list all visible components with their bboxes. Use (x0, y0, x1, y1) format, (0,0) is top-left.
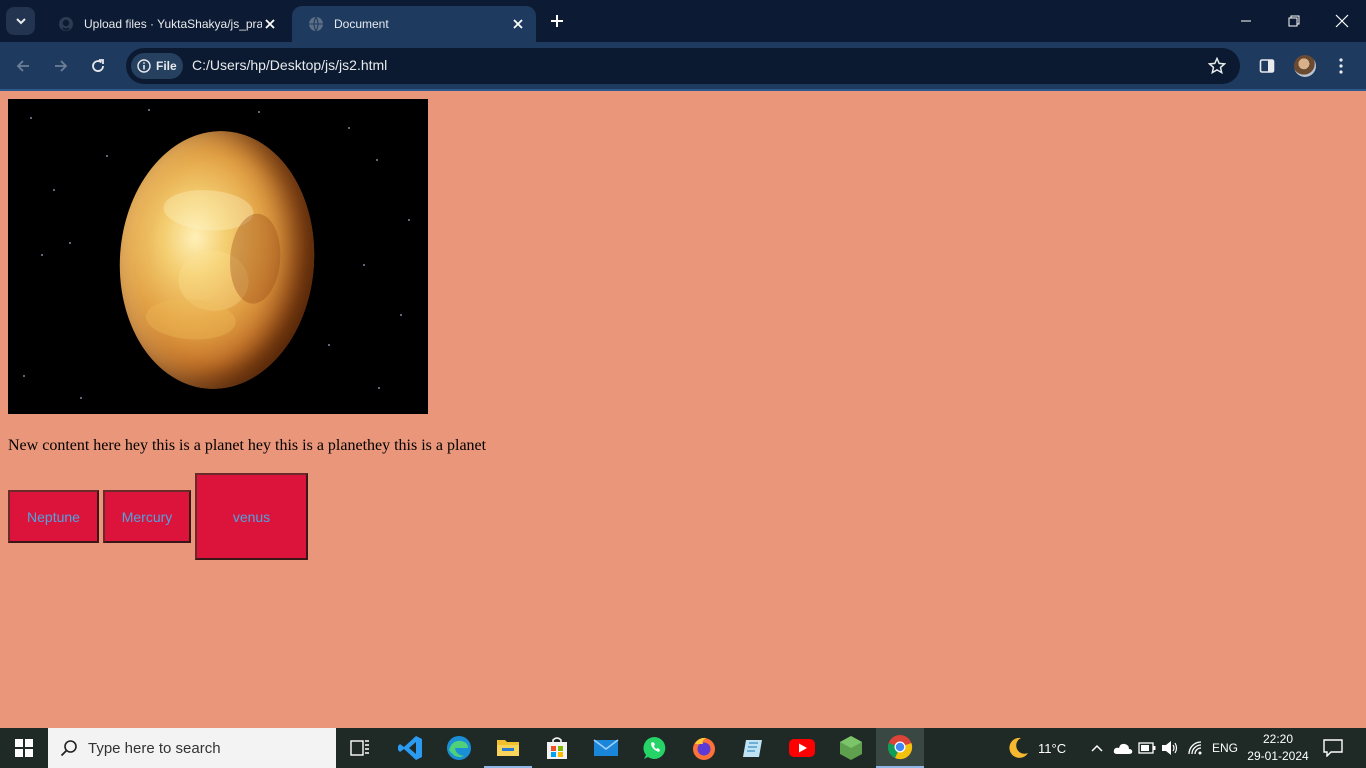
language-indicator[interactable]: ENG (1212, 728, 1238, 768)
youtube-icon (789, 739, 815, 757)
clock-time: 22:20 (1262, 732, 1294, 746)
wifi-icon[interactable] (1187, 728, 1205, 768)
windows-icon (15, 739, 33, 757)
back-button[interactable] (10, 53, 36, 79)
show-hidden-icons-button[interactable] (1090, 728, 1104, 768)
file-explorer-taskbar-button[interactable] (484, 728, 532, 768)
mail-taskbar-button[interactable] (582, 728, 630, 768)
tab-document[interactable]: Document (292, 6, 536, 42)
venus-button[interactable]: venus (195, 473, 308, 560)
weather-widget[interactable]: 11°C (1006, 728, 1066, 768)
task-view-icon (350, 740, 369, 756)
app-taskbar-button[interactable] (729, 728, 777, 768)
moon-icon (1009, 737, 1028, 758)
neptune-button[interactable]: Neptune (8, 490, 99, 543)
whatsapp-taskbar-button[interactable] (631, 728, 679, 768)
avatar[interactable] (1294, 55, 1316, 77)
address-bar[interactable]: File C:/Users/hp/Desktop/js/js2.html (126, 48, 1240, 84)
battery-icon[interactable] (1138, 728, 1156, 768)
planet-paragraph: New content here hey this is a planet he… (8, 437, 487, 454)
github-icon (58, 16, 74, 32)
tab-title: Document (334, 17, 389, 31)
restore-icon (1288, 15, 1300, 27)
language-label: ENG (1212, 741, 1239, 755)
toolbar-divider (0, 89, 1366, 91)
firefox-taskbar-button[interactable] (680, 728, 728, 768)
info-icon (137, 59, 151, 73)
search-placeholder: Type here to search (88, 739, 221, 757)
mail-icon (593, 739, 619, 756)
close-icon (1335, 14, 1349, 28)
store-taskbar-button[interactable] (533, 728, 581, 768)
side-panel-button[interactable] (1256, 55, 1278, 77)
scheme-label: File (156, 59, 177, 73)
firefox-icon (693, 737, 715, 760)
taskbar-search-box[interactable]: Type here to search (48, 728, 336, 768)
mercury-button[interactable]: Mercury (103, 490, 191, 543)
chrome-taskbar-button[interactable] (876, 728, 924, 768)
bookmark-star-icon[interactable] (1208, 57, 1226, 75)
vscode-icon (398, 736, 422, 760)
clock[interactable]: 22:20 29-01-2024 (1246, 731, 1310, 765)
site-info-chip[interactable]: File (131, 53, 183, 79)
start-button[interactable] (0, 728, 48, 768)
close-icon[interactable] (262, 16, 278, 32)
restore-button[interactable] (1270, 0, 1318, 42)
minimize-button[interactable] (1222, 0, 1270, 42)
taskbar: Type here to search 11°C ENG 22:20 29-01… (0, 728, 1366, 768)
weather-temp: 11°C (1038, 740, 1067, 756)
chevron-up-icon (1091, 744, 1103, 752)
minimize-icon (1241, 20, 1251, 22)
close-window-button[interactable] (1318, 0, 1366, 42)
reload-icon (92, 59, 104, 72)
edge-taskbar-button[interactable] (435, 728, 483, 768)
youtube-taskbar-button[interactable] (778, 728, 826, 768)
notifications-button[interactable] (1323, 728, 1343, 768)
browser-toolbar: File C:/Users/hp/Desktop/js/js2.html (0, 42, 1366, 90)
tab-title: Upload files · YuktaShakya/js_practice (84, 17, 262, 31)
new-tab-button[interactable] (546, 10, 568, 32)
store-icon (547, 737, 567, 759)
notification-icon (1323, 739, 1343, 757)
app-icon (743, 740, 762, 757)
plus-icon (551, 15, 563, 27)
more-vert-icon (1339, 58, 1343, 74)
forward-button[interactable] (48, 53, 74, 79)
edge-icon (447, 736, 471, 760)
tab-search-button[interactable] (6, 7, 35, 35)
url-text[interactable]: C:/Users/hp/Desktop/js/js2.html (192, 57, 387, 73)
tab-strip: Upload files · YuktaShakya/js_practice D… (0, 0, 1366, 42)
close-icon[interactable] (510, 16, 526, 32)
side-panel-icon (1259, 59, 1275, 73)
chevron-down-icon (15, 18, 26, 25)
onedrive-icon[interactable] (1113, 728, 1133, 768)
task-view-button[interactable] (336, 728, 384, 768)
menu-button[interactable] (1330, 55, 1352, 77)
vscode-taskbar-button[interactable] (386, 728, 434, 768)
venus-planet (111, 124, 323, 396)
clock-date: 29-01-2024 (1247, 749, 1309, 763)
arrow-left-icon (16, 60, 29, 72)
arrow-right-icon (55, 60, 68, 72)
tab-upload-files[interactable]: Upload files · YuktaShakya/js_practice (42, 6, 288, 42)
folder-icon (497, 740, 519, 756)
volume-icon[interactable] (1161, 728, 1179, 768)
nodejs-icon (840, 736, 862, 760)
whatsapp-icon (643, 736, 666, 759)
search-icon (60, 740, 77, 757)
chrome-icon (887, 735, 913, 760)
planet-image (8, 99, 428, 414)
nodejs-taskbar-button[interactable] (827, 728, 875, 768)
globe-icon (308, 16, 324, 32)
reload-button[interactable] (85, 53, 111, 79)
